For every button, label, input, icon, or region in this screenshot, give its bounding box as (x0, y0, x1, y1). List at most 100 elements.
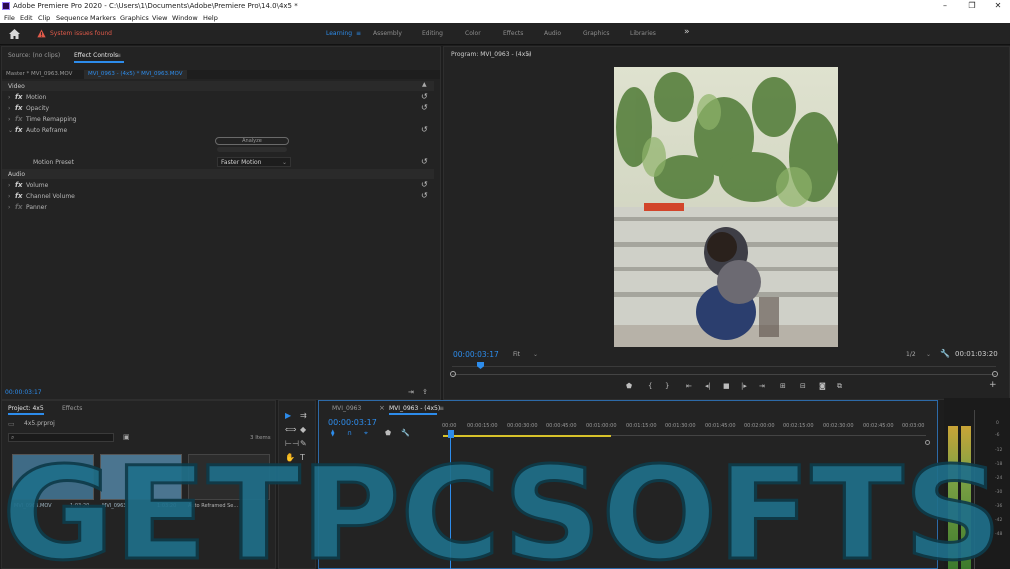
tab-effect-controls[interactable]: Effect Controls (74, 52, 118, 59)
lift-icon[interactable]: ⊞ (780, 382, 786, 390)
export-frame-icon[interactable]: ◙ (819, 382, 826, 390)
stop-icon[interactable]: ■ (723, 382, 730, 390)
mark-out-icon[interactable]: } (665, 382, 669, 390)
effect-row-motion[interactable]: › fx Motion ↺ (2, 92, 434, 103)
workspace-tab-learning[interactable]: Learning (326, 30, 352, 37)
ripple-edit-tool-icon[interactable]: ⟺ (285, 425, 296, 434)
master-clip-label[interactable]: Master * MVI_0963.MOV (6, 71, 72, 77)
effect-row-time-remapping[interactable]: › fx Time Remapping (2, 114, 434, 125)
more-workspaces-button[interactable]: » (684, 27, 690, 37)
workspace-tab-graphics[interactable]: Graphics (583, 30, 610, 37)
reset-icon[interactable]: ↺ (421, 157, 428, 166)
menu-help[interactable]: Help (203, 14, 218, 22)
work-area-bar[interactable] (443, 435, 611, 437)
reset-icon[interactable]: ↺ (421, 92, 428, 101)
timeline-timecode[interactable]: 00:00:03:17 (328, 418, 377, 427)
expand-icon[interactable]: › (8, 182, 10, 189)
video-frame[interactable] (614, 67, 838, 347)
selection-tool-icon[interactable]: ▶ (285, 411, 291, 420)
system-issues-text[interactable]: System issues found (50, 30, 112, 37)
menu-sequence[interactable]: Sequence (56, 14, 88, 22)
menu-view[interactable]: View (152, 14, 167, 22)
effect-row-channel-volume[interactable]: › fx Channel Volume ↺ (2, 191, 434, 202)
fx-icon[interactable]: fx (15, 104, 23, 112)
menu-edit[interactable]: Edit (20, 14, 33, 22)
motion-preset-dropdown[interactable]: Faster Motion ⌄ (217, 157, 291, 167)
close-tab-icon[interactable]: × (379, 404, 385, 412)
program-zoom-bar[interactable] (452, 374, 996, 375)
menu-graphics[interactable]: Graphics (120, 14, 149, 22)
menu-window[interactable]: Window (172, 14, 198, 22)
settings-wrench-icon[interactable]: 🔧 (940, 349, 950, 358)
extract-icon[interactable]: ⊟ (800, 382, 806, 390)
close-button[interactable]: ✕ (988, 0, 1008, 12)
comparison-view-icon[interactable]: ⧉ (837, 382, 842, 391)
linked-selection-icon[interactable]: ∩ (347, 429, 352, 437)
collapse-caret-icon[interactable]: ⌄ (8, 127, 13, 134)
add-marker-icon[interactable]: ⌖ (364, 429, 368, 438)
expand-icon[interactable]: › (8, 105, 10, 112)
menu-markers[interactable]: Markers (90, 14, 116, 22)
sequence-clip-label[interactable]: MVI_0963 - (4x5) * MVI_0963.MOV (84, 70, 187, 79)
go-to-in-icon[interactable]: ⇤ (686, 382, 692, 390)
tab-source[interactable]: Source: (no clips) (8, 52, 60, 59)
workspace-menu-icon[interactable]: ≡ (356, 30, 361, 37)
effect-controls-timecode[interactable]: 00:00:03:17 (5, 389, 42, 396)
menu-clip[interactable]: Clip (38, 14, 50, 22)
snap-icon[interactable]: ⧫ (331, 429, 334, 437)
reset-icon[interactable]: ↺ (421, 191, 428, 200)
home-icon[interactable] (8, 28, 21, 40)
razor-tool-icon[interactable]: ◆ (300, 425, 306, 434)
minimize-button[interactable]: – (935, 0, 955, 12)
workspace-tab-libraries[interactable]: Libraries (630, 30, 656, 37)
program-title[interactable]: Program: MVI_0963 - (4x5) (451, 51, 531, 58)
reset-icon[interactable]: ↺ (421, 125, 428, 134)
track-select-tool-icon[interactable]: ⇉ (300, 411, 307, 420)
program-timecode[interactable]: 00:00:03:17 (453, 350, 499, 359)
go-to-out-icon[interactable]: ⇥ (759, 382, 765, 390)
add-button-icon[interactable]: + (989, 380, 997, 390)
program-ruler[interactable] (452, 366, 996, 367)
program-menu-icon[interactable]: ≡ (526, 51, 531, 58)
marker-icon[interactable]: ⬟ (385, 429, 391, 437)
step-back-icon[interactable]: ◂| (705, 382, 711, 390)
effect-row-opacity[interactable]: › fx Opacity ↺ (2, 103, 434, 114)
step-forward-icon[interactable]: |▸ (741, 382, 747, 390)
expand-icon[interactable]: › (8, 193, 10, 200)
panel-menu-icon[interactable]: ≡ (116, 52, 121, 59)
tab-effects[interactable]: Effects (62, 405, 82, 412)
effect-row-panner[interactable]: › fx Panner (2, 202, 434, 213)
menu-file[interactable]: File (4, 14, 15, 22)
effect-row-auto-reframe[interactable]: ⌄ fx Auto Reframe ↺ (2, 125, 434, 136)
fx-icon[interactable]: fx (15, 93, 23, 101)
fx-icon[interactable]: fx (15, 192, 23, 200)
timeline-menu-icon[interactable]: ≡ (439, 405, 444, 412)
expand-icon[interactable]: › (8, 116, 10, 123)
fx-icon[interactable]: fx (15, 126, 23, 134)
resolution-dropdown[interactable]: 1/2 ⌄ (902, 349, 934, 359)
filter-icon[interactable]: ⇥ (408, 388, 414, 396)
workspace-tab-color[interactable]: Color (465, 30, 481, 37)
workspace-tab-editing[interactable]: Editing (422, 30, 443, 37)
warning-icon[interactable] (37, 29, 46, 38)
maximize-button[interactable]: ❐ (962, 0, 982, 12)
expand-icon[interactable]: › (8, 94, 10, 101)
effect-row-volume[interactable]: › fx Volume ↺ (2, 180, 434, 191)
add-marker-icon[interactable]: ⬟ (626, 382, 632, 390)
expand-icon[interactable]: › (8, 204, 10, 211)
timeline-ruler[interactable]: 00:00 00:00:15:00 00:00:30:00 00:00:45:0… (442, 421, 926, 435)
mark-in-icon[interactable]: { (648, 382, 652, 390)
reset-icon[interactable]: ↺ (421, 103, 428, 112)
workspace-tab-effects[interactable]: Effects (503, 30, 523, 37)
export-icon[interactable]: ⇪ (422, 388, 428, 396)
reset-icon[interactable]: ↺ (421, 180, 428, 189)
analyze-button[interactable]: Analyze (215, 137, 289, 145)
workspace-tab-assembly[interactable]: Assembly (373, 30, 402, 37)
workspace-tab-audio[interactable]: Audio (544, 30, 561, 37)
collapse-icon[interactable]: ▲ (422, 81, 427, 88)
zoom-handle-left[interactable] (450, 371, 456, 377)
zoom-handle-right[interactable] (992, 371, 998, 377)
timeline-tab-2[interactable]: MVI_0963 - (4x5) (389, 405, 440, 412)
fit-dropdown[interactable]: Fit ⌄ (509, 349, 541, 359)
timeline-settings-icon[interactable]: 🔧 (401, 429, 410, 437)
